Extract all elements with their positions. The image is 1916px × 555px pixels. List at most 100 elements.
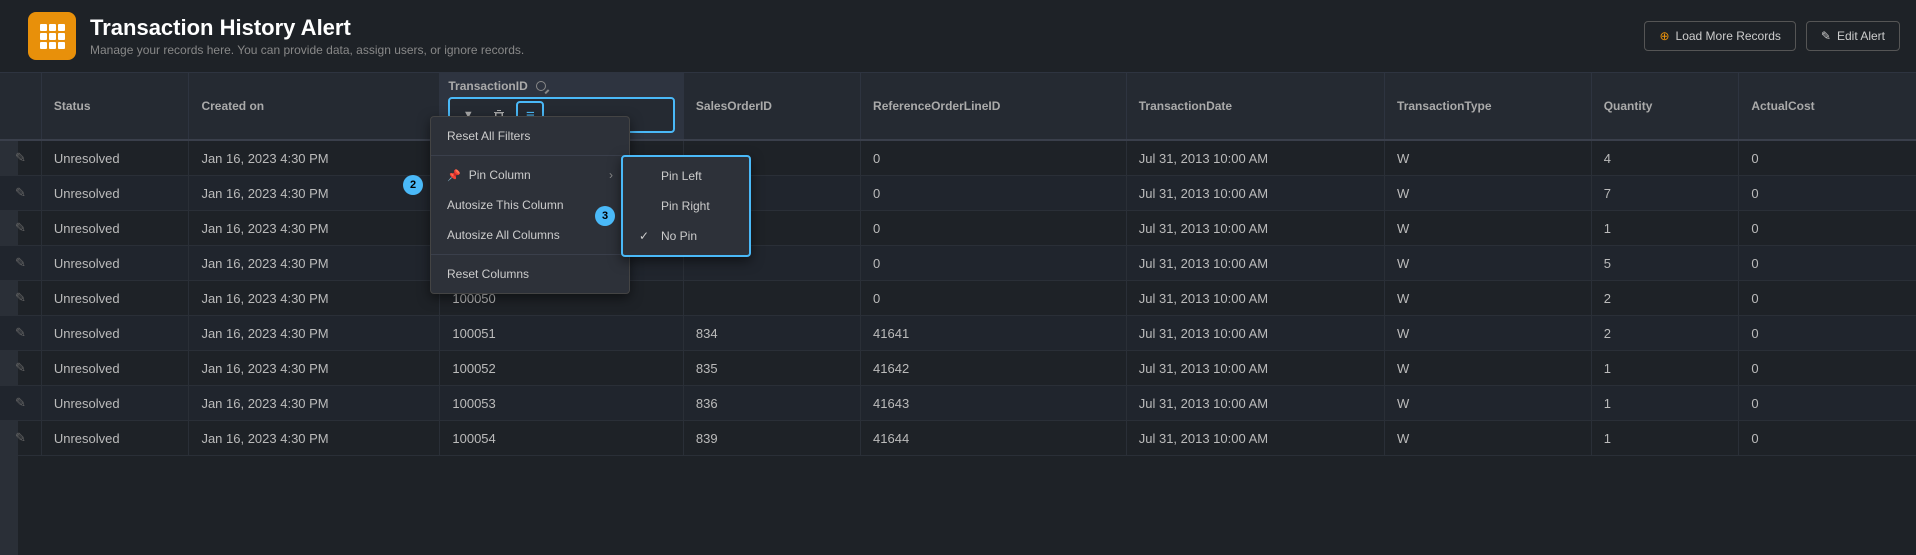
table-row: ✎UnresolvedJan 16, 2023 4:30 PM100052835… — [0, 351, 1916, 386]
col-header-status[interactable]: Status — [41, 73, 189, 140]
cell-roli: 0 — [861, 211, 1127, 246]
table-row: ✎UnresolvedJan 16, 2023 4:30 PM100051834… — [0, 316, 1916, 351]
cell-status: Unresolved — [41, 281, 189, 316]
cell-created: Jan 16, 2023 4:30 PM — [189, 246, 440, 281]
cell-soid: 839 — [683, 421, 860, 456]
cell-roli: 41641 — [861, 316, 1127, 351]
cell-roli: 0 — [861, 281, 1127, 316]
menu-divider-1 — [431, 155, 629, 156]
menu-item-reset-filters[interactable]: Reset All Filters — [431, 121, 629, 151]
cell-edit[interactable]: ✎ — [0, 386, 41, 421]
cell-qty: 2 — [1591, 316, 1739, 351]
cell-status: Unresolved — [41, 351, 189, 386]
cell-soid: 835 — [683, 351, 860, 386]
cell-type: W — [1385, 211, 1592, 246]
menu-item-reset-cols[interactable]: Reset Columns — [431, 259, 629, 289]
table-row: ✎UnresolvedJan 16, 2023 4:30 PM100054839… — [0, 421, 1916, 456]
cell-date: Jul 31, 2013 10:00 AM — [1126, 211, 1384, 246]
cell-txid: 100054 — [440, 421, 684, 456]
cell-date: Jul 31, 2013 10:00 AM — [1126, 176, 1384, 211]
table-row: ✎UnresolvedJan 16, 2023 4:30 PM1000470Ju… — [0, 176, 1916, 211]
col-header-qty[interactable]: Quantity — [1591, 73, 1739, 140]
edit-icon: ✎ — [1821, 29, 1831, 43]
col-header-type[interactable]: TransactionType — [1385, 73, 1592, 140]
cell-created: Jan 16, 2023 4:30 PM — [189, 386, 440, 421]
cell-created: Jan 16, 2023 4:30 PM — [189, 421, 440, 456]
cell-edit[interactable]: ✎ — [0, 176, 41, 211]
cell-type: W — [1385, 140, 1592, 176]
cell-type: W — [1385, 386, 1592, 421]
header: Transaction History Alert Manage your re… — [0, 0, 1916, 73]
menu-item-pin-column[interactable]: 2 📌 Pin Column › 3 Pin Left Pin Right — [431, 160, 629, 190]
table-row: ✎UnresolvedJan 16, 2023 4:30 PM1000490Ju… — [0, 246, 1916, 281]
cell-status: Unresolved — [41, 316, 189, 351]
cell-edit[interactable]: ✎ — [0, 211, 41, 246]
header-actions: ⊕ Load More Records ✎ Edit Alert — [1644, 21, 1900, 51]
cell-date: Jul 31, 2013 10:00 AM — [1126, 246, 1384, 281]
plus-icon: ⊕ — [1659, 29, 1669, 43]
cell-status: Unresolved — [41, 246, 189, 281]
submenu-arrow: › — [609, 168, 613, 182]
cell-cost: 0 — [1739, 140, 1916, 176]
cell-date: Jul 31, 2013 10:00 AM — [1126, 421, 1384, 456]
col-header-date[interactable]: TransactionDate — [1126, 73, 1384, 140]
cell-status: Unresolved — [41, 421, 189, 456]
load-more-button[interactable]: ⊕ Load More Records — [1644, 21, 1795, 51]
cell-type: W — [1385, 281, 1592, 316]
cell-type: W — [1385, 421, 1592, 456]
page-title: Transaction History Alert — [90, 15, 524, 41]
col-header-cost[interactable]: ActualCost — [1739, 73, 1916, 140]
cell-qty: 4 — [1591, 140, 1739, 176]
cell-roli: 41642 — [861, 351, 1127, 386]
cell-cost: 0 — [1739, 211, 1916, 246]
cell-status: Unresolved — [41, 176, 189, 211]
cell-type: W — [1385, 351, 1592, 386]
cell-edit[interactable]: ✎ — [0, 140, 41, 176]
page-subtitle: Manage your records here. You can provid… — [90, 43, 524, 57]
callout-3: 3 — [595, 206, 615, 226]
cell-type: W — [1385, 176, 1592, 211]
col-header-roli[interactable]: ReferenceOrderLineID — [861, 73, 1127, 140]
cell-qty: 1 — [1591, 351, 1739, 386]
submenu-pin-right[interactable]: Pin Right — [623, 191, 749, 221]
cell-qty: 1 — [1591, 421, 1739, 456]
pin-submenu: 3 Pin Left Pin Right ✓ No Pin — [621, 155, 751, 257]
cell-created: Jan 16, 2023 4:30 PM — [189, 351, 440, 386]
cell-cost: 0 — [1739, 246, 1916, 281]
cell-qty: 7 — [1591, 176, 1739, 211]
cell-cost: 0 — [1739, 316, 1916, 351]
cell-edit[interactable]: ✎ — [0, 421, 41, 456]
cell-status: Unresolved — [41, 140, 189, 176]
cell-edit[interactable]: ✎ — [0, 316, 41, 351]
cell-type: W — [1385, 316, 1592, 351]
table-row: ✎UnresolvedJan 16, 2023 4:30 PM1000500Ju… — [0, 281, 1916, 316]
cell-soid: 834 — [683, 316, 860, 351]
pin-icon: 📌 — [447, 169, 461, 182]
cell-roli: 41643 — [861, 386, 1127, 421]
cell-edit[interactable]: ✎ — [0, 246, 41, 281]
cell-qty: 2 — [1591, 281, 1739, 316]
cell-created: Jan 16, 2023 4:30 PM — [189, 140, 440, 176]
cell-edit[interactable]: ✎ — [0, 351, 41, 386]
cell-date: Jul 31, 2013 10:00 AM — [1126, 316, 1384, 351]
cell-date: Jul 31, 2013 10:00 AM — [1126, 140, 1384, 176]
cell-status: Unresolved — [41, 386, 189, 421]
edit-alert-button[interactable]: ✎ Edit Alert — [1806, 21, 1900, 51]
data-table: Status Created on 1 TransactionID ▼ — [0, 73, 1916, 456]
cell-created: Jan 16, 2023 4:30 PM — [189, 316, 440, 351]
cell-type: W — [1385, 246, 1592, 281]
cell-soid — [683, 281, 860, 316]
cell-txid: 100053 — [440, 386, 684, 421]
cell-edit[interactable]: ✎ — [0, 281, 41, 316]
cell-cost: 0 — [1739, 421, 1916, 456]
cell-created: Jan 16, 2023 4:30 PM — [189, 281, 440, 316]
submenu-no-pin[interactable]: ✓ No Pin — [623, 221, 749, 251]
cell-soid: 836 — [683, 386, 860, 421]
col-header-soid[interactable]: SalesOrderID — [683, 73, 860, 140]
table-row: ✎UnresolvedJan 16, 2023 4:30 PM100053836… — [0, 386, 1916, 421]
cell-created: Jan 16, 2023 4:30 PM — [189, 211, 440, 246]
col-header-created[interactable]: Created on — [189, 73, 440, 140]
app-icon — [28, 12, 76, 60]
cell-roli: 0 — [861, 246, 1127, 281]
submenu-pin-left[interactable]: Pin Left — [623, 161, 749, 191]
